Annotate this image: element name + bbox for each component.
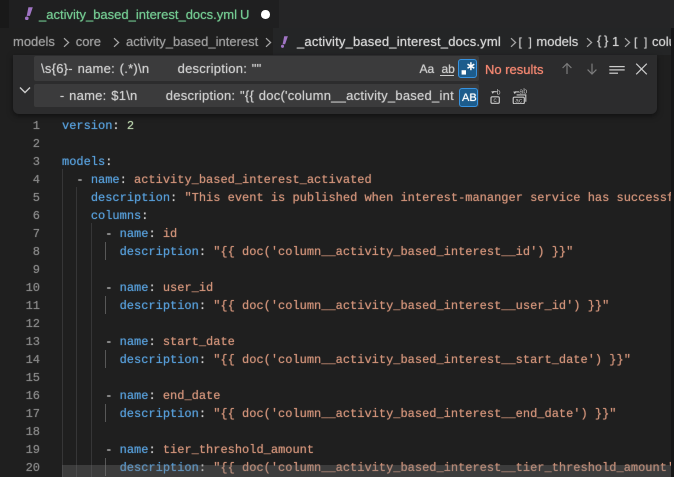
svg-text:ac: ac <box>515 97 523 103</box>
svg-text:b: b <box>496 89 500 96</box>
